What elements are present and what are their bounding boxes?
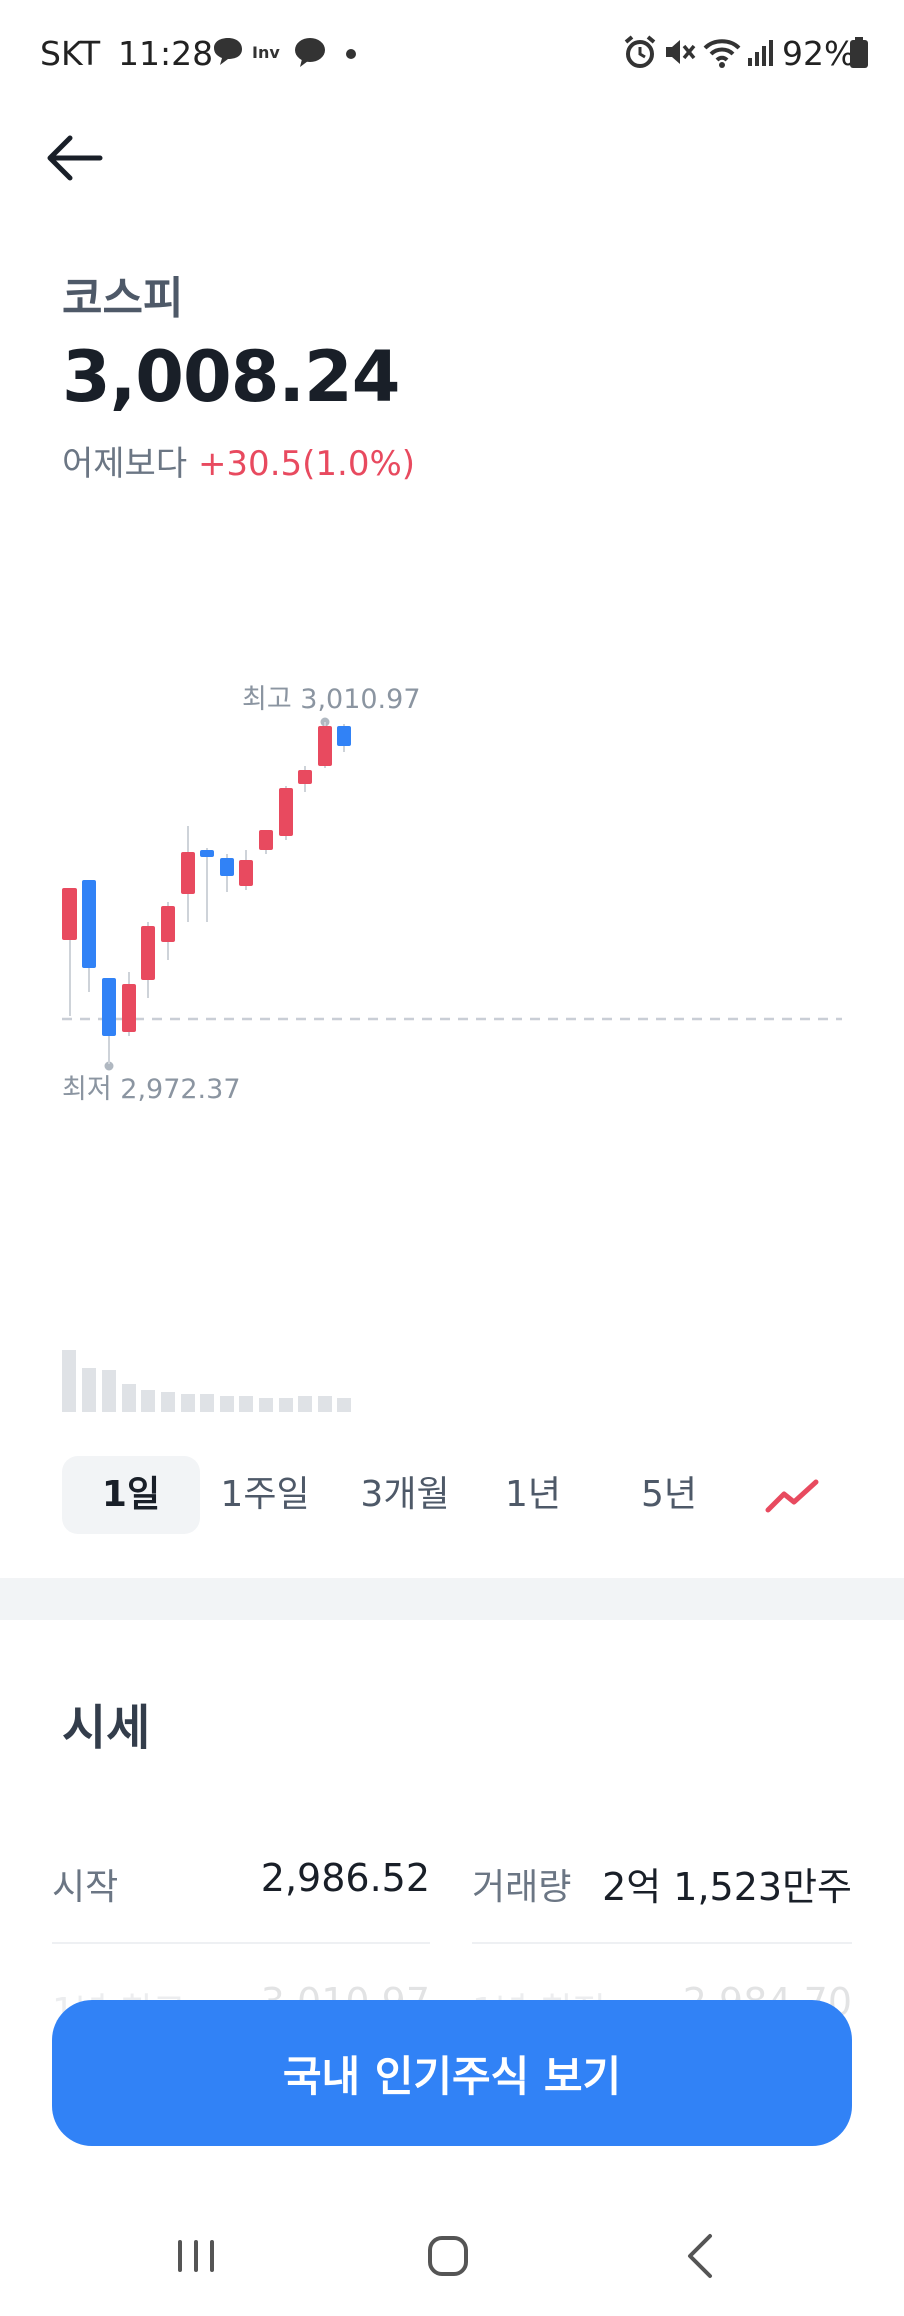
volume-bar bbox=[102, 1370, 116, 1412]
row-divider bbox=[52, 1942, 430, 1944]
tab-1-year[interactable]: 1년 bbox=[474, 1456, 592, 1534]
candle bbox=[82, 880, 96, 968]
svg-text:Inv: Inv bbox=[252, 43, 280, 62]
recent-apps-icon[interactable] bbox=[156, 2216, 236, 2296]
tab-1-week[interactable]: 1주일 bbox=[200, 1456, 330, 1534]
candle bbox=[220, 858, 234, 876]
open-label: 시작 bbox=[52, 1867, 119, 1908]
high-label: 최고 3,010.97 bbox=[242, 684, 421, 715]
system-nav-bar bbox=[0, 2196, 904, 2316]
volume-bar bbox=[200, 1394, 214, 1412]
candlestick-chart[interactable]: 최고 3,010.97 최저 2,972.37 bbox=[0, 660, 904, 1420]
dot-icon bbox=[346, 49, 356, 59]
candle bbox=[239, 860, 253, 886]
volume-bar bbox=[82, 1368, 96, 1412]
alarm-icon bbox=[624, 35, 656, 68]
back-nav-icon[interactable] bbox=[662, 2216, 742, 2296]
volume-label: 거래량 bbox=[472, 1867, 572, 1908]
tab-3-months[interactable]: 3개월 bbox=[340, 1456, 470, 1534]
candle bbox=[318, 726, 332, 766]
candle bbox=[102, 978, 116, 1036]
change-value: +30.5(1.0%) bbox=[197, 444, 416, 484]
row-divider bbox=[472, 1942, 852, 1944]
candle bbox=[181, 852, 195, 894]
mute-icon bbox=[666, 40, 696, 64]
chat-bubble-icon bbox=[214, 38, 242, 65]
volume-bar bbox=[337, 1398, 351, 1412]
volume-bars bbox=[62, 1350, 351, 1412]
tab-5-years[interactable]: 5년 bbox=[610, 1456, 728, 1534]
candles bbox=[62, 722, 351, 1064]
candle bbox=[141, 926, 155, 980]
index-value: 3,008.24 bbox=[62, 336, 400, 418]
volume-bar bbox=[318, 1396, 332, 1412]
volume-bar bbox=[62, 1350, 76, 1412]
volume-bar bbox=[141, 1390, 155, 1412]
volume-bar bbox=[161, 1392, 175, 1412]
volume-bar bbox=[298, 1396, 312, 1412]
open-value: 2,986.52 bbox=[260, 1856, 430, 1900]
line-chart-toggle-icon[interactable] bbox=[762, 1470, 822, 1520]
battery-level: 92% bbox=[782, 34, 856, 73]
index-name: 코스피 bbox=[62, 273, 184, 324]
low-label: 최저 2,972.37 bbox=[62, 1074, 241, 1105]
volume-bar bbox=[259, 1398, 273, 1412]
back-button[interactable] bbox=[40, 126, 112, 198]
talk-bubble-icon bbox=[295, 38, 325, 67]
app-notification-icon: Inv bbox=[252, 43, 280, 62]
range-tabs: 1일 1주일 3개월 1년 5년 bbox=[62, 1456, 862, 1534]
candle bbox=[161, 906, 175, 942]
carrier-label: SKT bbox=[40, 34, 101, 73]
volume-value: 2억 1,523만주 bbox=[602, 1865, 852, 1909]
candle bbox=[62, 888, 77, 940]
section-title: 시세 bbox=[62, 1700, 151, 1756]
section-divider bbox=[0, 1578, 904, 1620]
candle bbox=[298, 770, 312, 784]
volume-bar bbox=[122, 1384, 136, 1412]
candle bbox=[279, 788, 293, 836]
signal-icon bbox=[748, 40, 773, 66]
candle bbox=[259, 830, 273, 850]
popular-stocks-button[interactable]: 국내 인기주식 보기 bbox=[52, 2000, 852, 2146]
tab-1-day[interactable]: 1일 bbox=[62, 1456, 200, 1534]
volume-bar bbox=[181, 1394, 195, 1412]
battery-icon bbox=[850, 37, 868, 68]
change-row: 어제보다 +30.5(1.0%) bbox=[62, 436, 415, 485]
wifi-icon bbox=[703, 39, 741, 68]
volume-bar bbox=[279, 1398, 293, 1412]
candle bbox=[200, 850, 214, 857]
home-icon[interactable] bbox=[408, 2216, 488, 2296]
clock: 11:28 bbox=[118, 34, 214, 73]
change-label: 어제보다 bbox=[62, 444, 188, 484]
candle bbox=[337, 726, 351, 746]
candle bbox=[122, 984, 136, 1032]
status-bar: SKT 11:28 Inv 92% bbox=[0, 0, 904, 104]
volume-bar bbox=[239, 1396, 253, 1412]
arrow-left-icon bbox=[47, 135, 103, 181]
volume-bar bbox=[220, 1396, 234, 1412]
